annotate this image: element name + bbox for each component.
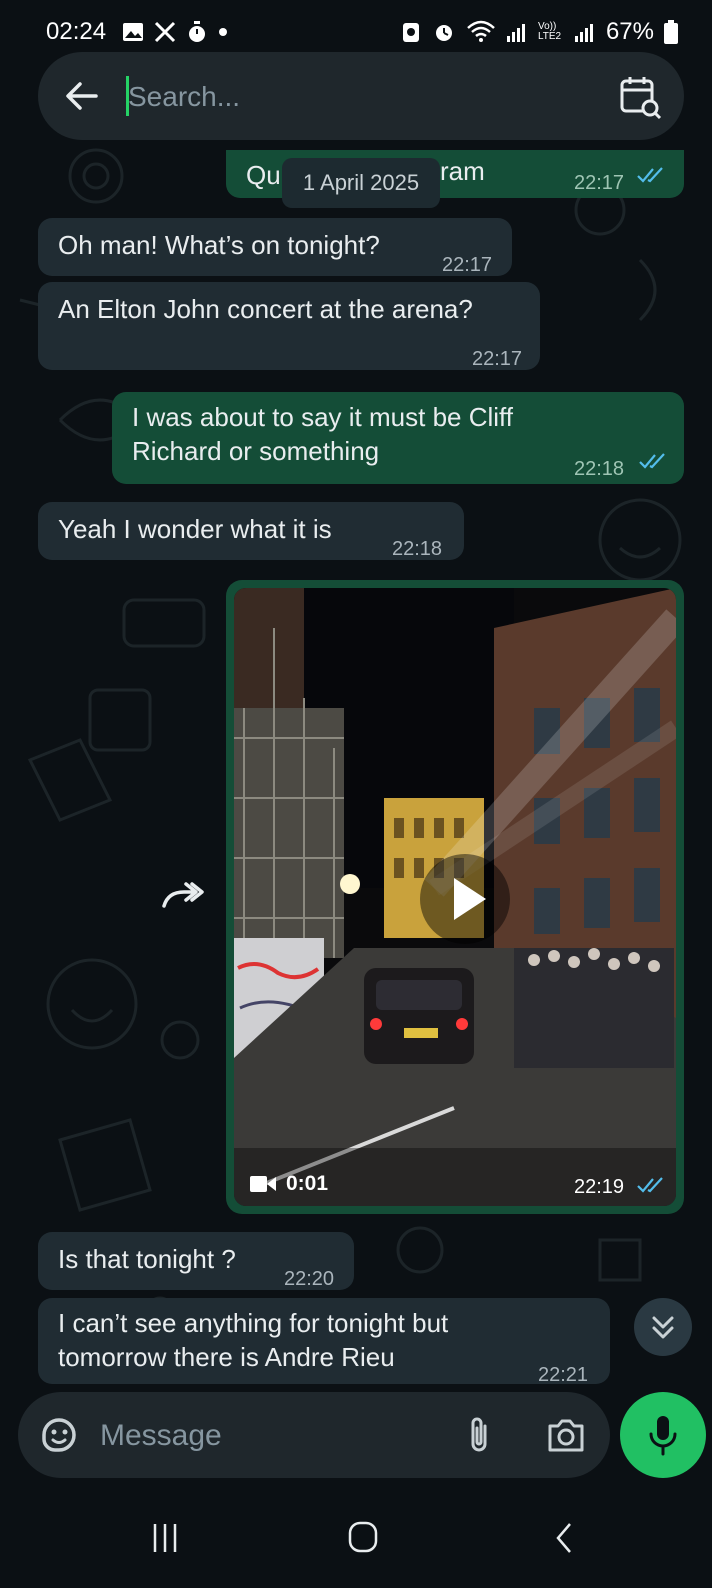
signal-icon [506, 24, 525, 42]
message-bubble-outgoing[interactable]: I was about to say it must be Cliff Rich… [112, 392, 684, 484]
read-ticks-icon [637, 1177, 663, 1193]
network-label: Vo)) LTE2 [537, 21, 562, 42]
message-text-end: ram [440, 156, 485, 186]
text-cursor [126, 76, 129, 116]
search-input[interactable] [126, 74, 590, 120]
recent-apps-icon[interactable] [150, 1520, 180, 1556]
message-time: 22:17 [574, 172, 625, 194]
message-time: 22:21 [538, 1364, 589, 1386]
message-time: 22:17 [472, 348, 523, 370]
message-text-start: Qu [246, 160, 281, 190]
battery-saver-icon [402, 23, 419, 42]
message-text: Yeah I wonder what it is [58, 514, 332, 544]
video-message-bubble[interactable]: 0:01 22:19 [226, 580, 684, 1214]
message-text: An Elton John concert at the arena? [58, 294, 473, 324]
date-chip: 1 April 2025 [282, 158, 440, 208]
dot-icon [219, 28, 227, 36]
message-text: Oh man! What’s on tonight? [58, 230, 380, 260]
message-text-line: I was about to say it must be Cliff [132, 402, 514, 432]
play-button[interactable] [420, 854, 510, 944]
signal-icon-2 [574, 24, 593, 42]
scroll-to-bottom-button[interactable] [634, 1298, 692, 1356]
message-time: 22:18 [574, 458, 625, 480]
message-time: 22:17 [442, 254, 493, 276]
status-notification-icons [122, 20, 228, 44]
message-text: I can’t see anything for tonight but tom… [58, 1306, 448, 1374]
message-bubble-incoming[interactable]: An Elton John concert at the arena? 22:1… [38, 282, 540, 370]
message-time: 22:20 [284, 1268, 335, 1290]
play-icon [454, 878, 486, 920]
double-chevron-down-icon [652, 1316, 674, 1339]
status-time: 02:24 [46, 18, 107, 45]
message-time: 22:18 [392, 538, 443, 560]
message-bubble-incoming[interactable]: Yeah I wonder what it is 22:18 [38, 502, 464, 560]
video-thumbnail[interactable]: 0:01 22:19 [234, 588, 676, 1206]
message-text-line: I can’t see anything for tonight but [58, 1308, 449, 1338]
sticker-icon[interactable] [38, 1414, 80, 1456]
alarm-icon [435, 25, 452, 41]
home-icon[interactable] [348, 1520, 378, 1554]
read-ticks-icon [639, 453, 665, 469]
calendar-search-icon[interactable] [616, 72, 664, 120]
message-text-line: Richard or something [132, 436, 380, 466]
message-input[interactable] [98, 1412, 442, 1460]
arrow-left-icon[interactable] [60, 74, 104, 118]
message-time: 22:19 [574, 1176, 625, 1198]
system-navigation-bar [0, 1490, 712, 1588]
message-text: I was about to say it must be Cliff Rich… [132, 400, 513, 468]
battery-percent: 67% [605, 18, 654, 45]
timer-icon [189, 21, 205, 42]
search-bar [38, 52, 684, 140]
x-logo-icon [154, 21, 176, 43]
message-text: Is that tonight ? [58, 1244, 236, 1274]
paperclip-icon[interactable] [464, 1414, 494, 1456]
microphone-icon [649, 1416, 677, 1456]
video-duration: 0:01 [286, 1172, 329, 1195]
message-composer [18, 1392, 610, 1478]
wifi-icon [467, 20, 495, 42]
message-text-line: tomorrow there is Andre Rieu [58, 1342, 395, 1372]
forward-icon[interactable] [154, 870, 210, 926]
message-bubble-incoming[interactable]: Is that tonight ? 22:20 [38, 1232, 354, 1290]
status-right: Vo)) LTE2 67% [400, 18, 678, 46]
message-bubble-incoming[interactable]: Oh man! What’s on tonight? 22:17 [38, 218, 512, 276]
gallery-icon [123, 23, 143, 41]
battery-icon [664, 20, 678, 44]
voice-message-button[interactable] [620, 1392, 706, 1478]
back-icon[interactable] [552, 1520, 576, 1556]
message-bubble-incoming[interactable]: I can’t see anything for tonight but tom… [38, 1298, 610, 1386]
camera-icon[interactable] [546, 1416, 586, 1454]
read-ticks-icon [637, 167, 663, 183]
video-camera-icon [250, 1176, 276, 1192]
